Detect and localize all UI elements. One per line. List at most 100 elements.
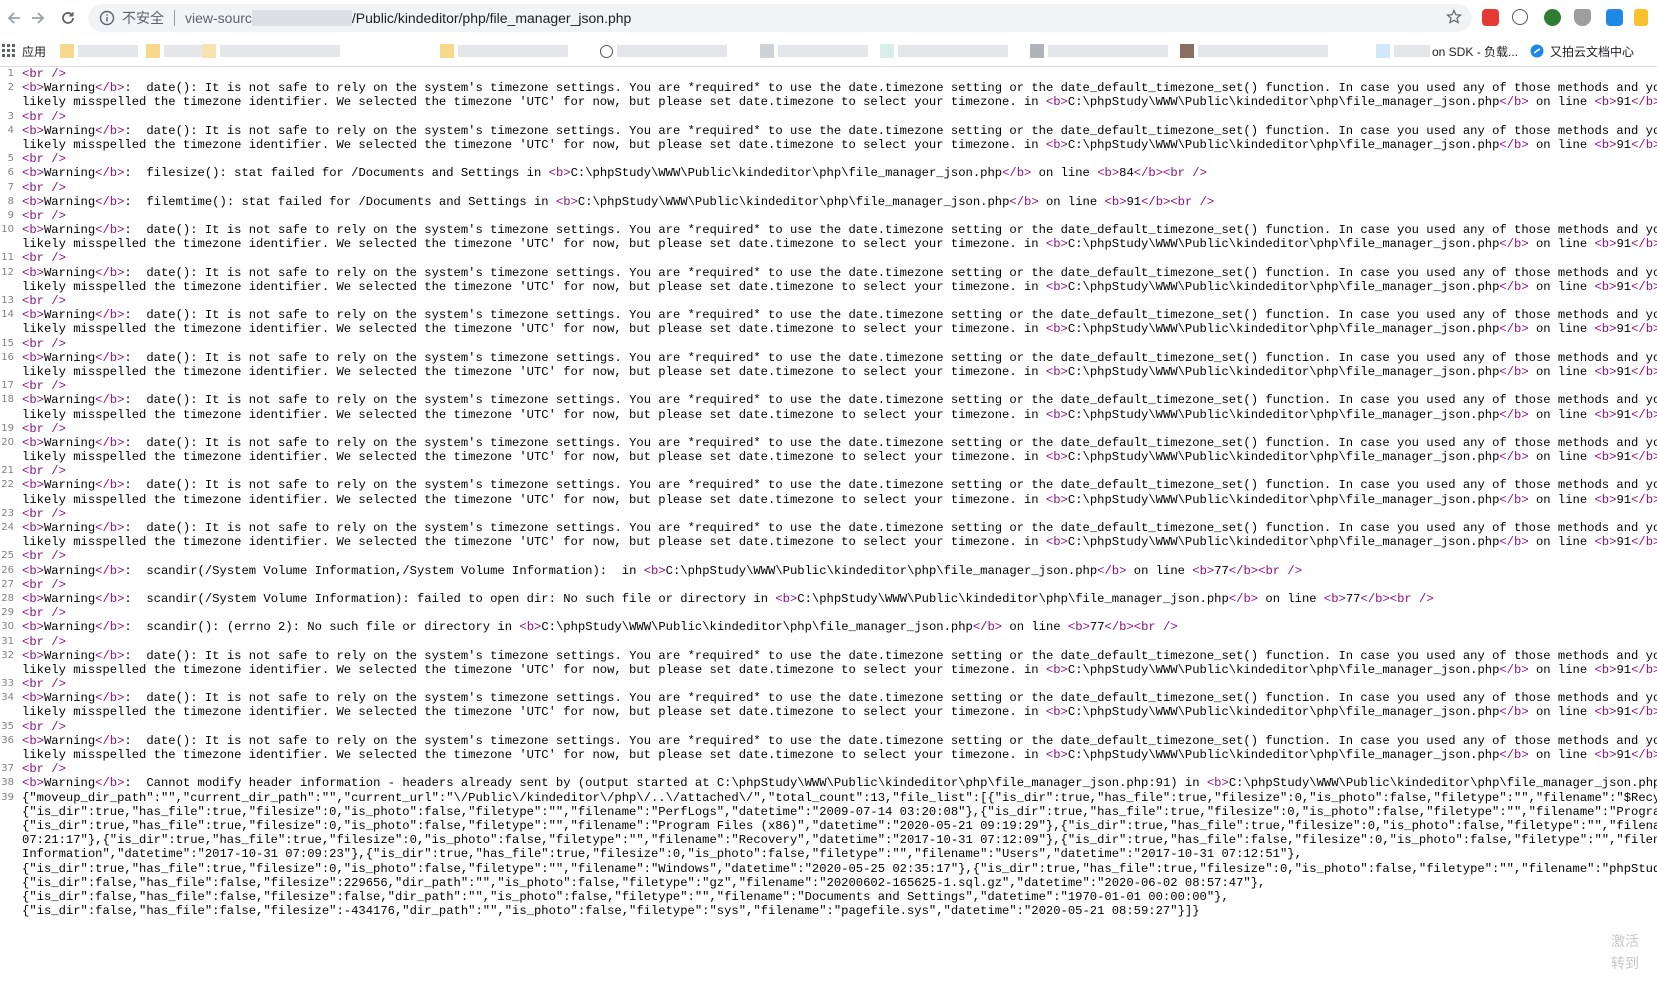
html-tag: </b> [95,308,125,323]
bookmark-favicon-icon [760,44,774,58]
forward-button[interactable] [26,6,50,30]
bookmark-item[interactable] [60,42,138,60]
source-line: 21 <br /> [0,464,1657,478]
line-content: <b>Warning</b>: filemtime(): stat failed… [22,194,1215,209]
line-content: <br /> [22,635,66,649]
line-number: 19 [1,422,14,434]
line-number: 32 [1,649,14,661]
line-content: <br /> [22,549,66,563]
source-line: 13 <br /> [0,294,1657,308]
source-line: 30 <b>Warning</b>: scandir(): (errno 2): … [0,620,1657,634]
reload-button[interactable] [56,6,80,30]
html-tag: <br /> [1389,591,1434,606]
star-icon[interactable] [1446,8,1462,28]
bookmark-item[interactable] [600,42,727,60]
line-content: <br /> [22,209,66,223]
bookmark-item[interactable] [760,42,868,60]
extension-3-icon[interactable] [1544,9,1561,26]
line-number: 35 [1,720,14,732]
html-tag: </b> [95,81,125,96]
line-number: 7 [7,181,14,193]
html-tag: <br /> [22,152,66,167]
line-content: <br /> [22,181,66,195]
html-tag: <b> [22,435,44,450]
back-icon [7,12,20,24]
bookmark-favicon-icon [600,44,613,58]
bookmark-item[interactable] [1180,42,1328,60]
bookmark-item[interactable] [146,42,204,60]
shield-icon[interactable] [1574,9,1591,26]
html-tag: <br /> [22,180,66,195]
line-number: 23 [1,507,14,519]
line-content: likely misspelled the timezone identifie… [22,322,1657,336]
extension-2-icon[interactable] [1512,9,1528,25]
info-icon[interactable] [94,10,120,26]
bookmark-item[interactable] [440,42,568,60]
address-bar[interactable]: 不安全 view-sourc /Public/kindeditor/php/fi… [88,4,1472,32]
extension-1-icon[interactable] [1482,9,1499,26]
html-tag: </b> [95,350,125,365]
html-tag: <b> [22,123,44,138]
html-tag: </b> [1133,166,1164,181]
bookmark-item[interactable] [1030,42,1168,60]
extension-5-icon[interactable] [1606,9,1623,26]
bookmark-item[interactable]: on SDK - 负载... [1376,42,1518,60]
bookmark-label-redacted [617,45,727,57]
bookmark-label-redacted [778,45,868,57]
line-number: 5 [7,153,14,165]
apps-grid-icon [2,44,15,57]
source-line: 18 <b>Warning</b>: date(): It is not safe… [0,393,1657,407]
bookmark-item[interactable] [202,42,340,60]
source-line: 4 <b>Warning</b>: date(): It is not safe … [0,124,1657,138]
line-number: 11 [1,252,14,264]
line-number: 18 [1,394,14,406]
source-line: 24 <b>Warning</b>: date(): It is not safe… [0,521,1657,535]
html-tag: </b> [1228,563,1259,578]
apps-bookmark[interactable]: 应用 [2,42,46,60]
line-number: 22 [1,479,14,491]
html-tag: </b> [1631,705,1657,720]
extension-6-icon[interactable] [1634,9,1648,26]
html-tag: </b> [1631,535,1657,550]
html-tag: <b> [22,563,44,578]
html-tag: <b> [1594,748,1617,762]
line-number: 2 [7,82,14,94]
html-tag: </b> [1499,237,1529,252]
html-tag: <b> [1045,662,1068,677]
html-tag: </b> [1097,563,1127,578]
html-tag: </b> [1499,322,1529,337]
source-line: 16 <b>Warning</b>: date(): It is not safe… [0,351,1657,365]
apps-label: 应用 [22,44,47,59]
html-tag: <b> [1206,776,1229,791]
html-tag: <b> [1594,137,1617,152]
html-tag: <b> [22,393,44,408]
bookmark-label-redacted [1198,45,1328,57]
security-label[interactable]: 不安全 [122,8,164,28]
source-line: 26 <b>Warning</b>: scandir(/System Volume… [0,564,1657,578]
bookmark-item[interactable]: 又拍云文档中心 [1530,42,1634,60]
line-number: 3 [7,110,14,122]
source-line: 28 <b>Warning</b>: scandir(/System Volume… [0,592,1657,606]
html-tag: <b> [22,620,44,635]
html-tag: <b> [1045,407,1068,422]
bookmark-item[interactable] [880,42,1008,60]
bookmark-label: on SDK - 负载... [1432,44,1519,59]
line-number: 29 [1,607,14,619]
upyun-icon [1530,44,1544,58]
bookmark-label-redacted [78,45,138,57]
back-button[interactable] [2,6,26,30]
line-content: <b>Warning</b>: date(): It is not safe t… [22,223,1657,238]
line-number: 37 [1,763,14,775]
source-line: 34 <b>Warning</b>: date(): It is not safe… [0,691,1657,705]
html-tag: </b> [972,620,1003,635]
html-tag: </b> [1499,279,1529,294]
html-tag: <b> [1045,705,1068,720]
html-tag: </b> [95,393,125,408]
line-content: Information","datetime":"2017-10-31 07:0… [22,847,1302,862]
omnibox-separator [174,10,175,26]
line-content: <b>Warning</b>: date(): It is not safe t… [22,81,1657,96]
source-line: 3 <br /> [0,110,1657,124]
source-line: 19 <br /> [0,422,1657,436]
source-line: 35 <br /> [0,720,1657,734]
source-line: 07:21:17"},{"is_dir":true,"has_file":tru… [0,833,1657,847]
